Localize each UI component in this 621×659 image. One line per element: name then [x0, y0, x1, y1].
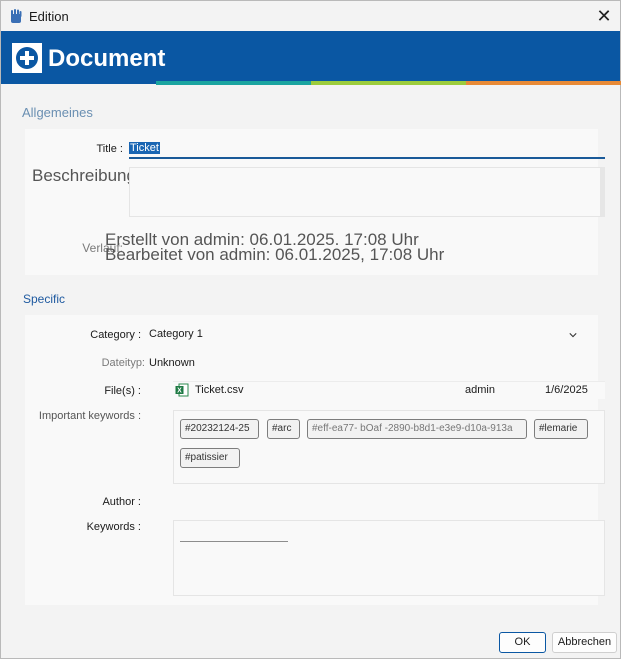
plus-circle-icon: [12, 43, 42, 73]
category-value: Category 1: [149, 328, 203, 340]
filetype-value: Unknown: [149, 357, 195, 369]
section-specific-label: Specific: [23, 292, 66, 306]
keywords-field[interactable]: [173, 520, 605, 596]
specific-panel: Category : Category 1 Dateityp: Unknown …: [25, 315, 605, 605]
excel-icon: X: [175, 383, 189, 397]
file-date: 1/6/2025: [545, 384, 588, 396]
author-label: Author :: [102, 496, 141, 508]
keyword-tag[interactable]: #eff-ea77- bOaf -2890-b8d1-e3e9-d10a-913…: [307, 419, 527, 439]
keyword-tag[interactable]: #patissier: [180, 448, 240, 468]
app-hand-icon: [11, 9, 22, 23]
ok-button[interactable]: OK: [499, 632, 546, 653]
cancel-button[interactable]: Abbrechen: [552, 632, 617, 653]
files-label: File(s) :: [104, 385, 141, 397]
important-keywords-label: Important keywords :: [38, 410, 141, 422]
important-keywords-box[interactable]: #20232124-25 #arc #eff-ea77- bOaf -2890-…: [173, 410, 605, 484]
keyword-tag[interactable]: #arc: [267, 419, 300, 439]
history-edited: Bearbeitet von admin: 06.01.2025, 17:08 …: [105, 245, 445, 264]
chevron-down-icon: [569, 333, 577, 338]
category-select[interactable]: Category 1: [149, 328, 579, 344]
title-bar: Edition ✕: [1, 1, 620, 31]
document-banner: Document: [1, 31, 621, 85]
keyword-tag[interactable]: #20232124-25: [180, 419, 259, 439]
title-input-value: Ticket: [129, 142, 160, 154]
stripe-teal: [156, 81, 311, 85]
title-label: Title :: [96, 143, 124, 155]
banner-heading: Document: [48, 45, 166, 72]
filetype-label: Dateityp:: [101, 357, 145, 369]
stripe-orange: [466, 81, 621, 85]
edition-dialog: Edition ✕ Document Allgemeines Title : T…: [0, 0, 621, 659]
file-owner: admin: [465, 384, 495, 396]
section-general-label: Allgemeines: [22, 105, 93, 120]
file-row[interactable]: X Ticket.csv admin 1/6/2025: [173, 381, 605, 399]
keywords-input-underline: [180, 541, 288, 542]
svg-text:X: X: [177, 388, 182, 395]
keywords-label: Keywords :: [86, 521, 141, 533]
category-label: Category :: [90, 329, 141, 341]
close-icon[interactable]: ✕: [591, 3, 617, 29]
general-panel: Title : Ticket Beschreibung: Verlauf: Er…: [25, 129, 605, 275]
keyword-tag[interactable]: #lemarie: [534, 419, 588, 439]
stripe-green: [311, 81, 466, 85]
description-label: Beschreibung:: [32, 166, 141, 185]
description-field[interactable]: [129, 167, 605, 217]
file-name: Ticket.csv: [195, 384, 244, 396]
title-input[interactable]: Ticket: [129, 142, 605, 159]
window-title: Edition: [29, 9, 69, 24]
